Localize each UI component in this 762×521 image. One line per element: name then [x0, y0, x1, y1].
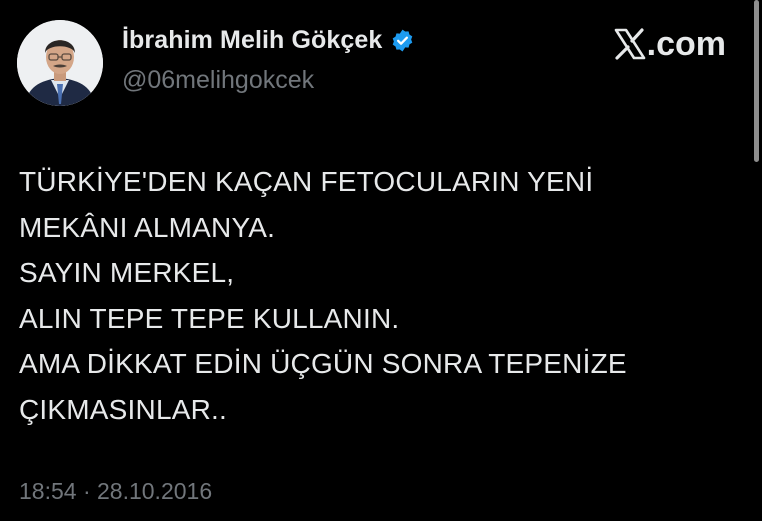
tweet-line: ALIN TEPE TEPE KULLANIN.: [19, 302, 400, 334]
verified-badge-icon: [393, 29, 413, 52]
tweet-line: SAYIN MERKEL,: [19, 257, 235, 288]
avatar[interactable]: [17, 20, 103, 106]
scrollbar[interactable]: [754, 0, 759, 162]
tweet-timestamp[interactable]: 18:54 · 28.10.2016: [19, 478, 212, 505]
author-name-row: İbrahim Melih Gökçek: [122, 26, 415, 55]
x-logo-icon: [614, 28, 645, 60]
tweet-text: TÜRKİYE'DEN KAÇAN FETOCULARIN YENİ MEKÂN…: [19, 159, 739, 432]
tweet-line: TÜRKİYE'DEN KAÇAN FETOCULARIN YENİ: [19, 166, 594, 197]
tweet-line: ÇIKMASINLAR..: [19, 393, 227, 425]
site-badge: .com: [613, 26, 726, 62]
author-handle[interactable]: @06melihgokcek: [122, 66, 314, 95]
avatar-photo: [17, 20, 103, 106]
tweet-line: MEKÂNI ALMANYA.: [19, 211, 276, 243]
site-suffix: .com: [646, 25, 726, 63]
author-display-name[interactable]: İbrahim Melih Gökçek: [122, 26, 382, 55]
tweet-line: AMA DİKKAT EDİN ÜÇGÜN SONRA TEPENİZE: [19, 348, 627, 379]
